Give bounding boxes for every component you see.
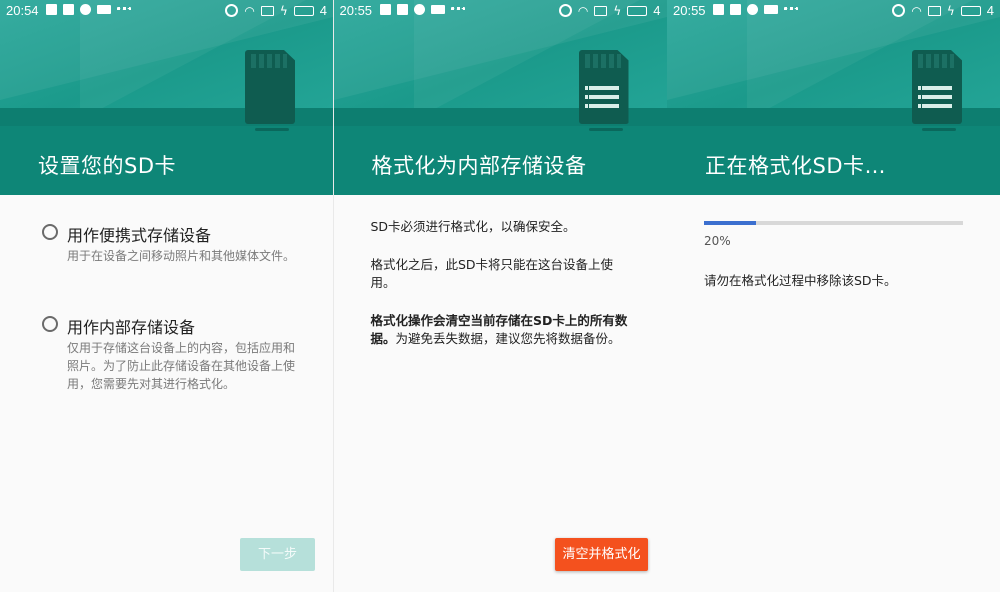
notification-icons [46, 4, 131, 15]
progress-label: 20% [704, 234, 731, 248]
page-title: 格式化为内部存储设备 [371, 154, 587, 178]
header-banner: 正在格式化SD卡… [667, 0, 1000, 195]
status-time: 20:55 [673, 3, 706, 18]
charging-icon: ϟ [946, 3, 955, 18]
screen-format-internal: 格式化为内部存储设备 20:55 ◠ ϟ 4 SD卡必须进行格式化，以确保安全。… [333, 0, 667, 592]
sd-card-shadow [255, 128, 289, 131]
charging-icon: ϟ [279, 3, 288, 18]
account-icon [413, 4, 425, 15]
option-label: 用作内部存储设备 [67, 318, 196, 337]
mail-icon [396, 4, 408, 15]
account-icon [747, 4, 758, 15]
status-bar: 20:55 ◠ ϟ 4 [667, 0, 1000, 22]
do-not-remove-notice: 请勿在格式化过程中移除该SD卡。 [704, 273, 897, 288]
status-time: 20:55 [339, 3, 373, 18]
sd-card-shadow [588, 128, 623, 131]
progress-fill [704, 221, 756, 225]
option-label: 用作便携式存储设备 [67, 226, 212, 245]
alarm-icon [558, 4, 572, 17]
upload-icon [713, 4, 724, 15]
battery-icon [960, 5, 981, 16]
alarm-icon [892, 4, 906, 17]
sim-icon [927, 5, 941, 16]
upload-icon [379, 4, 391, 15]
battery-level: 4 [319, 3, 327, 18]
system-icons: ◠ ϟ 4 [558, 3, 661, 18]
alarm-icon [225, 4, 239, 17]
status-bar: 20:55 ◠ ϟ 4 [334, 0, 667, 22]
more-icon [450, 6, 465, 13]
sd-card-icon [245, 50, 295, 124]
mail-icon [730, 4, 741, 15]
battery-icon [627, 5, 648, 16]
sim-icon [594, 5, 608, 16]
more-icon [117, 6, 131, 13]
wifi-icon: ◠ [911, 3, 922, 18]
message-icon [764, 5, 778, 14]
header-banner: 格式化为内部存储设备 [333, 0, 667, 195]
data-loss-warning: 格式化操作会清空当前存储在SD卡上的所有数据。为避免丢失数据，建议您先将数据备份… [371, 312, 631, 348]
sim-icon [260, 5, 274, 16]
status-bar: 20:54 ◠ ϟ 4 [0, 0, 333, 22]
screens-row: 设置您的SD卡 20:54 ◠ ϟ 4 用作便携式存储设备 用于在设备之间移动照… [0, 0, 1000, 592]
sd-card-icon [912, 50, 962, 124]
screen-setup-sd: 设置您的SD卡 20:54 ◠ ϟ 4 用作便携式存储设备 用于在设备之间移动照… [0, 0, 333, 592]
format-progress-bar [704, 221, 963, 225]
notification-icons [713, 4, 798, 15]
message-icon [430, 5, 445, 14]
security-notice: SD卡必须进行格式化，以确保安全。 [370, 219, 576, 234]
radio-button-icon[interactable] [42, 316, 58, 332]
battery-icon [293, 5, 314, 16]
sd-card-shadow [922, 128, 956, 131]
wifi-icon: ◠ [577, 3, 589, 18]
account-icon [80, 4, 91, 15]
page-title: 设置您的SD卡 [38, 154, 177, 178]
screen-formatting: 正在格式化SD卡… 20:55 ◠ ϟ 4 20% 请勿在格式化过程中移除该SD… [667, 0, 1000, 592]
mail-icon [63, 4, 74, 15]
header-banner: 设置您的SD卡 [0, 0, 333, 195]
radio-button-icon[interactable] [42, 224, 58, 240]
usage-notice: 格式化之后，此SD卡将只能在这台设备上使用。 [370, 257, 614, 290]
more-icon [784, 6, 798, 13]
option-description: 用于在设备之间移动照片和其他媒体文件。 [67, 249, 296, 263]
message-icon [97, 5, 111, 14]
sd-card-icon [578, 50, 629, 124]
charging-icon: ϟ [613, 3, 622, 18]
wifi-icon: ◠ [244, 3, 255, 18]
page-title: 正在格式化SD卡… [705, 154, 886, 178]
warning-text: 为避免丢失数据，建议您先将数据备份。 [395, 331, 621, 346]
system-icons: ◠ ϟ 4 [225, 3, 327, 18]
option-description: 仅用于存储这台设备上的内容，包括应用和照片。为了防止此存储设备在其他设备上使用，… [67, 341, 296, 391]
status-time: 20:54 [6, 3, 39, 18]
next-button[interactable]: 下一步 [240, 538, 315, 571]
system-icons: ◠ ϟ 4 [892, 3, 994, 18]
upload-icon [46, 4, 57, 15]
notification-icons [379, 4, 465, 15]
erase-and-format-button[interactable]: 清空并格式化 [555, 538, 648, 571]
battery-level: 4 [986, 3, 994, 18]
battery-level: 4 [653, 3, 661, 18]
